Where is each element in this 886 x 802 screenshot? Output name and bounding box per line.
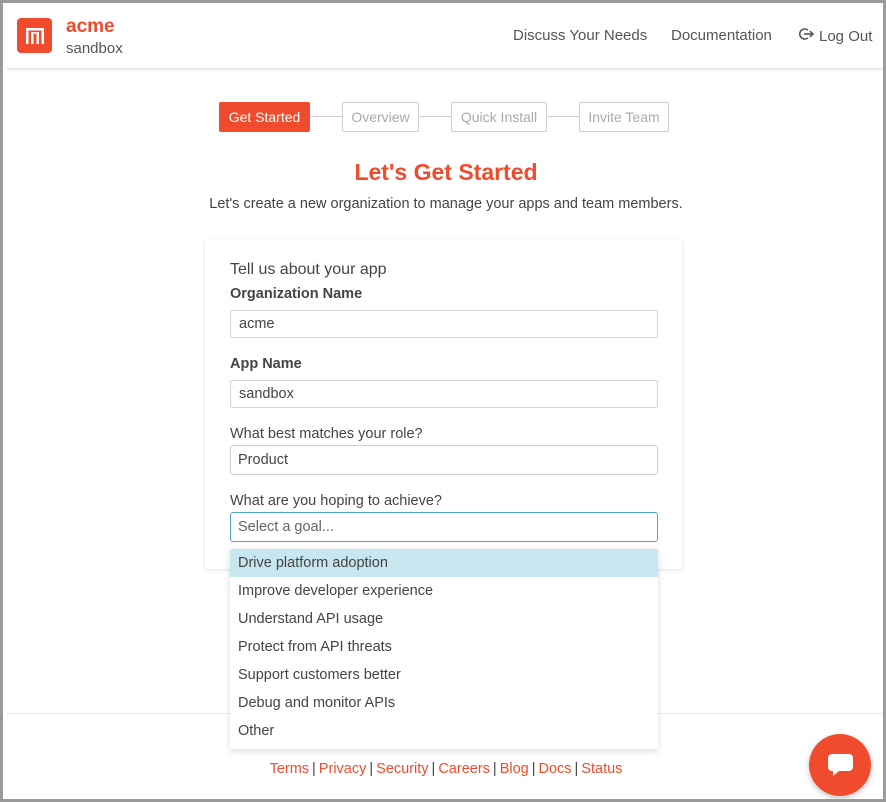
goal-dropdown-menu: Drive platform adoption Improve develope… [230, 549, 658, 749]
nav-discuss-link[interactable]: Discuss Your Needs [513, 27, 647, 44]
goal-option[interactable]: Debug and monitor APIs [230, 689, 658, 717]
org-name: acme [66, 16, 115, 37]
footer-link-security[interactable]: Security [376, 761, 428, 777]
footer-separator: | [312, 761, 316, 777]
goal-option[interactable]: Protect from API threats [230, 633, 658, 661]
page-title: Let's Get Started [354, 159, 538, 185]
footer-separator: | [431, 761, 436, 777]
app-window: acme sandbox Discuss Your Needs Document… [0, 0, 886, 802]
step-connector [547, 116, 579, 117]
acme-logo-icon[interactable] [17, 18, 52, 53]
step-invite-team[interactable]: Invite Team [579, 102, 669, 132]
goal-option[interactable]: Support customers better [230, 661, 658, 689]
page-subtitle: Let's create a new organization to manag… [209, 196, 683, 212]
footer-link-blog[interactable]: Blog [500, 761, 529, 777]
step-connector [310, 116, 342, 117]
footer-social-icons [473, 798, 513, 799]
footer-link-terms[interactable]: Terms [270, 761, 309, 777]
role-select[interactable]: Product [230, 445, 658, 475]
footer-link-careers[interactable]: Careers [438, 761, 490, 777]
footer-link-status[interactable]: Status [581, 761, 622, 777]
footer-separator: | [369, 761, 374, 777]
step-overview[interactable]: Overview [342, 102, 419, 132]
role-label: What best matches your role? [230, 426, 423, 442]
goal-option[interactable]: Drive platform adoption [230, 549, 658, 577]
org-name-label: Organization Name [230, 286, 363, 302]
goal-option[interactable]: Improve developer experience [230, 577, 658, 605]
card-heading: Tell us about your app [230, 261, 387, 278]
footer-link-privacy[interactable]: Privacy [319, 761, 367, 777]
logout-link[interactable]: Log Out [799, 27, 872, 45]
footer-separator: | [531, 761, 536, 777]
nav-documentation-link[interactable]: Documentation [671, 27, 772, 44]
goal-select[interactable]: Select a goal... [230, 512, 658, 542]
step-connector [419, 116, 451, 117]
goal-label: What are you hoping to achieve? [230, 493, 442, 509]
app-name: sandbox [66, 40, 123, 57]
goal-option[interactable]: Other [230, 717, 658, 745]
app-name-input[interactable]: sandbox [230, 380, 658, 408]
app-name-label: App Name [230, 356, 302, 372]
chat-bubble-icon[interactable] [809, 734, 871, 796]
logout-icon [799, 27, 815, 45]
app-info-card: Tell us about your app Organization Name… [205, 239, 682, 569]
footer-separator: | [492, 761, 497, 777]
step-quick-install[interactable]: Quick Install [451, 102, 547, 132]
footer-separator: | [574, 761, 579, 777]
top-header: acme sandbox Discuss Your Needs Document… [6, 6, 883, 69]
org-name-input[interactable]: acme [230, 310, 658, 338]
logout-label: Log Out [819, 27, 873, 45]
footer-link-docs[interactable]: Docs [539, 761, 572, 777]
goal-option[interactable]: Understand API usage [230, 605, 658, 633]
step-get-started[interactable]: Get Started [219, 102, 310, 132]
footer-links: Terms | Privacy | Security | Careers | Blog | Docs… [3, 761, 883, 777]
wizard-steps: Get Started Overview Quick Install Invit… [3, 102, 883, 132]
